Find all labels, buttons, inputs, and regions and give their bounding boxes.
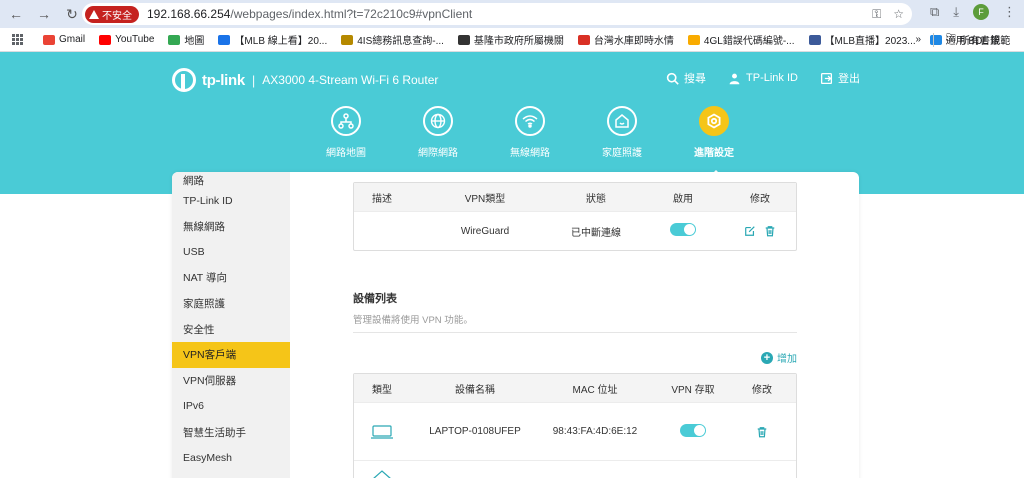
bookmark-icon (341, 34, 354, 45)
bookmark-icon (457, 34, 470, 45)
home-device-icon (372, 469, 392, 478)
sidebar-item[interactable]: 智慧生活助手 (172, 419, 290, 445)
bookmark-icon (218, 34, 231, 45)
bookmark-icon (687, 34, 700, 45)
bookmark-item[interactable]: 地圖 (168, 32, 204, 47)
tab-wireless[interactable]: 無線網路 (484, 106, 576, 159)
extensions-icon[interactable]: ⧉ (930, 4, 939, 20)
address-bar[interactable]: 不安全 192.168.66.254/webpages/index.html?t… (82, 3, 912, 25)
sidebar-item[interactable]: 無線網路 (172, 214, 290, 240)
table-row: LAPTOP-0108UFEP 98:43:FA:4D:6E:12 (354, 402, 796, 460)
bookmark-icon (808, 34, 821, 45)
star-icon[interactable]: ☆ (893, 7, 904, 22)
download-icon[interactable]: ⤓ (953, 4, 959, 20)
vpn-status: 已中斷連線 (571, 227, 621, 239)
device-list-description: 管理設備將使用 VPN 功能。 (353, 312, 797, 333)
vpn-access-toggle[interactable] (680, 423, 706, 437)
bookmark-item[interactable]: 【MLB直播】2023... (808, 32, 916, 47)
bookmark-icon (99, 34, 112, 45)
back-icon[interactable]: ← (4, 2, 28, 26)
menu-icon[interactable]: ⋮ (1003, 4, 1016, 20)
internet-icon (430, 113, 446, 129)
bookmark-item[interactable]: YouTube (99, 32, 154, 47)
network-map-icon (338, 113, 354, 129)
search-icon (666, 72, 679, 85)
delete-icon[interactable] (763, 224, 777, 238)
device-name: LAPTOP-0108UFEP (429, 426, 521, 437)
bookmark-icon (168, 34, 181, 45)
sidebar-item[interactable]: 安全性 (172, 316, 290, 342)
tab-home-care[interactable]: 家庭照護 (576, 106, 668, 159)
browser-toolbar: ← → ↻ 不安全 192.168.66.254/webpages/index.… (0, 0, 1024, 28)
vpn-table-header: 描述 VPN類型 狀態 啟用 修改 (354, 183, 796, 211)
folder-icon: 🗀 (946, 33, 956, 44)
tab-internet[interactable]: 網際網路 (392, 106, 484, 159)
sidebar-item[interactable]: 家庭照護 (172, 291, 290, 317)
bookmark-item[interactable]: 基隆市政府所屬機關 (457, 32, 564, 47)
apps-icon[interactable] (12, 33, 23, 46)
forward-icon[interactable]: → (32, 2, 56, 26)
tplink-logo-icon (172, 68, 196, 92)
home-care-icon (615, 114, 629, 128)
device-table-header: 類型 設備名稱 MAC 位址 VPN 存取 修改 (354, 374, 796, 402)
vpn-client-table: 描述 VPN類型 狀態 啟用 修改 WireGuard 已中斷連線 (353, 182, 797, 251)
bookmark-item[interactable]: Gmail (43, 32, 85, 47)
table-row: WireGuard 已中斷連線 (354, 211, 796, 250)
profile-avatar[interactable]: F (973, 4, 989, 20)
table-row (354, 460, 796, 478)
device-list-title: 設備列表 (353, 293, 397, 305)
vpn-enable-toggle[interactable] (670, 223, 696, 236)
bookmark-icon (577, 34, 590, 45)
bookmark-item[interactable]: 台灣水庫即時水情 (577, 32, 674, 47)
wifi-icon (522, 115, 538, 128)
url-text: 192.168.66.254/webpages/index.html?t=72c… (147, 7, 473, 21)
sidebar: 網路 TP-Link ID 無線網路 USB NAT 導向 家庭照護 安全性 VPN客戶端 VP… (172, 172, 290, 478)
sidebar-item[interactable]: 網路 (172, 172, 290, 188)
bookmark-item[interactable]: 4GL錯誤代碼編號-... (687, 32, 795, 47)
sidebar-item[interactable]: NAT 導向 (172, 265, 290, 291)
vpn-type: WireGuard (460, 225, 510, 237)
reload-icon[interactable]: ↻ (60, 2, 84, 26)
add-device-button[interactable]: + 增加 (761, 350, 797, 365)
sidebar-item[interactable]: TP-Link ID (172, 188, 290, 214)
tab-network-map[interactable]: 網路地圖 (300, 106, 392, 159)
advanced-settings-icon (707, 113, 721, 129)
bookmark-item[interactable]: 【MLB 線上看】20... (218, 32, 327, 47)
plus-icon: + (761, 351, 773, 364)
main-panel: 描述 VPN類型 狀態 啟用 修改 WireGuard 已中斷連線 設備列表 管… (353, 182, 797, 478)
sidebar-item[interactable]: EasyMesh (172, 445, 290, 471)
delete-icon[interactable] (755, 425, 769, 439)
bookmarks-bar: Gmail YouTube 地圖 【MLB 線上看】20... 4IS總務訊息查詢-..… (0, 28, 1024, 52)
tplink-logo: tp-link | AX3000 4-Stream Wi-Fi 6 Router (172, 68, 438, 92)
edit-icon[interactable] (743, 224, 757, 238)
warning-icon (89, 9, 99, 19)
content-card: 網路 TP-Link ID 無線網路 USB NAT 導向 家庭照護 安全性 VPN客戶端 VP… (172, 172, 859, 478)
sidebar-item[interactable]: VPN客戶端 (172, 342, 290, 368)
tplink-id-link[interactable]: TP-Link ID (728, 70, 798, 86)
router-model: AX3000 4-Stream Wi-Fi 6 Router (262, 73, 439, 87)
sidebar-item[interactable]: USB (172, 239, 290, 265)
search-link[interactable]: 搜尋 (666, 70, 706, 86)
logout-icon (820, 72, 833, 84)
bookmark-icon (43, 34, 55, 45)
logout-link[interactable]: 登出 (820, 70, 860, 86)
laptop-icon (371, 424, 393, 439)
more-bookmarks-icon[interactable]: » (915, 34, 921, 45)
bookmark-item[interactable]: 4IS總務訊息查詢-... (341, 32, 444, 47)
sidebar-item[interactable]: IPv6 (172, 394, 290, 420)
device-table: 類型 設備名稱 MAC 位址 VPN 存取 修改 LAPTOP-0108UFEP… (353, 373, 797, 478)
sidebar-item[interactable]: VPN伺服器 (172, 368, 290, 394)
insecure-badge[interactable]: 不安全 (85, 5, 139, 23)
device-mac: 98:43:FA:4D:6E:12 (552, 426, 638, 437)
tab-advanced[interactable]: 進階設定 (668, 106, 760, 178)
tplink-id-icon (729, 73, 740, 84)
all-bookmarks[interactable]: 🗀 所有書籤 (946, 31, 1000, 48)
key-icon[interactable]: ⚿ (872, 7, 881, 22)
